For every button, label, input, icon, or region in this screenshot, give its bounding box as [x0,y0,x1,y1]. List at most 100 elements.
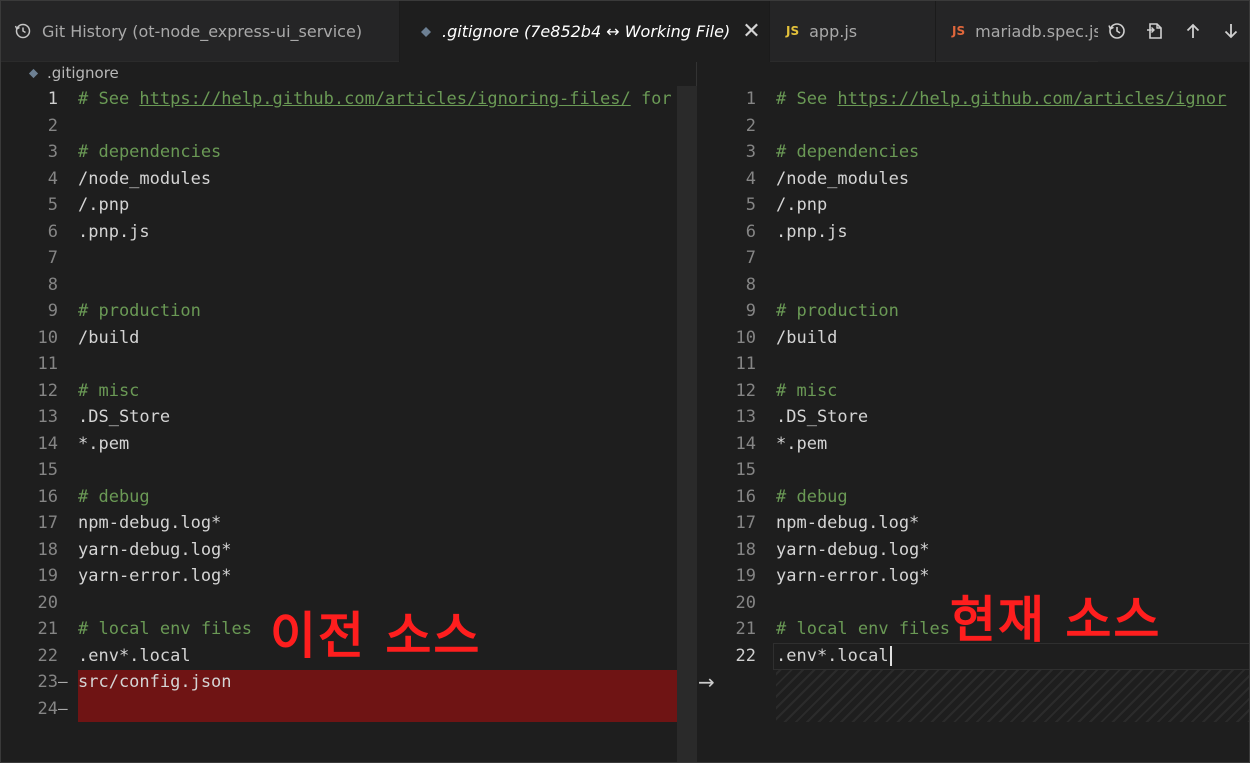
line-number: 24 [37,698,58,719]
code-text: /.pnp [78,192,698,219]
line-number: 5 [47,195,58,215]
open-file-icon[interactable] [1141,17,1169,45]
editor-actions [1098,0,1250,62]
code-comment: # production [776,301,899,321]
line-number: 1 [47,89,58,109]
code-line[interactable]: 12 # misc [697,378,1250,405]
code-comment: # See [776,89,838,109]
code-line[interactable]: 23— src/config.json [0,669,697,696]
line-number: 14 [735,433,756,454]
code-line[interactable]: 2 [0,113,697,140]
code-line[interactable]: 1 # See https://help.github.com/articles/… [697,86,1250,113]
code-line[interactable]: 7 [697,245,1250,272]
code-comment: # debug [776,486,848,507]
code-line[interactable]: 7 [0,245,697,272]
code-line[interactable]: 18 yarn-debug.log* [0,537,697,564]
code-text: # dependencies [78,139,698,166]
line-number: 20 [735,592,756,613]
code-token: *.pem [776,433,828,454]
code-comment: # misc [776,380,838,401]
line-number: 11 [735,354,756,374]
code-line[interactable]: 3 # dependencies [0,139,697,166]
tab-mariadb-spec-js[interactable]: JS mariadb.spec.js [936,0,1098,62]
code-line[interactable]: 4/node_modules [697,166,1250,193]
code-line[interactable]: 9 # production [0,298,697,325]
scrollbar[interactable] [677,86,697,763]
line-number: 4 [47,168,58,189]
code-token: yarn-error.log* [78,566,232,586]
code-line[interactable]: 10/build [0,325,697,352]
code-line[interactable]: 16 # debug [697,484,1250,511]
line-number: 20 [37,592,58,613]
code-line[interactable]: 5 /.pnp [697,192,1250,219]
line-number: 12 [735,380,756,401]
code-token: npm-debug.log* [78,513,222,533]
code-text: .DS_Store [776,404,1250,431]
code-line[interactable]: 15 [697,457,1250,484]
code-link[interactable]: https://help.github.com/articles/ignor [837,89,1226,109]
line-number: 15 [37,460,58,480]
code-text: .DS_Store [78,404,698,431]
code-line[interactable]: 6 .pnp.js [0,219,697,246]
removed-line-marker: — [58,672,68,691]
previous-change-arrow-up-icon[interactable] [1179,17,1207,45]
line-number: 19 [37,566,58,586]
open-timeline-history-icon[interactable] [1103,17,1131,45]
code-line[interactable]: 14 *.pem [697,431,1250,458]
line-number: 6 [47,221,58,242]
code-line[interactable]: 8 [697,272,1250,299]
tab-app-js[interactable]: JS app.js [770,0,936,62]
code-line[interactable]: 17 npm-debug.log* [697,510,1250,537]
breadcrumb-file: .gitignore [47,64,119,82]
code-text: yarn-debug.log* [776,537,1250,564]
line-number: 8 [47,274,58,295]
line-number: 10 [37,327,58,348]
tab-label: app.js [809,21,858,41]
code-line[interactable]: 17 npm-debug.log* [0,510,697,537]
code-line[interactable]: 24— [0,696,697,723]
line-number: 10 [735,327,756,348]
code-link[interactable]: https://help.github.com/articles/ignorin… [139,89,630,109]
line-number: 1 [745,89,756,109]
close-icon[interactable]: ✕ [742,20,760,43]
code-line[interactable]: 14 *.pem [0,431,697,458]
code-line[interactable]: 2 [697,113,1250,140]
code-line[interactable]: 9 # production [697,298,1250,325]
code-token: .pnp.js [78,221,150,242]
code-line[interactable]: 8 [0,272,697,299]
code-line[interactable]: 1 # See https://help.github.com/articles/… [0,86,697,113]
code-text: # production [78,298,698,325]
code-line[interactable]: 6 .pnp.js [697,219,1250,246]
line-number: 17 [37,513,58,533]
code-line[interactable]: 12 # misc [0,378,697,405]
code-line[interactable]: 4/node_modules [0,166,697,193]
code-token: yarn-debug.log* [78,539,232,560]
code-text: # See https://help.github.com/articles/i… [78,86,698,113]
code-line[interactable]: 16 # debug [0,484,697,511]
code-line[interactable]: 5 /.pnp [0,192,697,219]
next-change-arrow-down-icon[interactable] [1217,17,1245,45]
line-number: 19 [735,566,756,586]
tab-git-history[interactable]: Git History (ot-node_express-ui_service) [0,0,400,62]
code-line[interactable]: 19 yarn-error.log* [0,563,697,590]
editor-tab-bar: Git History (ot-node_express-ui_service)… [0,0,1250,62]
tab-gitignore-diff[interactable]: .gitignore (7e852b4 ↔ Working File) ✕ [400,0,770,62]
code-comment: # misc [78,380,140,401]
line-number: 18 [735,539,756,560]
line-number: 3 [47,142,58,162]
code-line[interactable]: 11 [0,351,697,378]
code-line[interactable]: 11 [697,351,1250,378]
breadcrumb[interactable]: .gitignore [28,62,119,84]
modified-editor[interactable]: 1 # See https://help.github.com/articles/… [697,86,1250,763]
line-number: 9 [745,301,756,321]
code-line[interactable]: 10/build [697,325,1250,352]
code-line[interactable]: 3 # dependencies [697,139,1250,166]
code-line[interactable]: 15 [0,457,697,484]
line-number: 2 [47,115,58,136]
line-number: 6 [745,221,756,242]
code-line[interactable]: 13 .DS_Store [697,404,1250,431]
code-line[interactable]: 18 yarn-debug.log* [697,537,1250,564]
code-line[interactable]: 13 .DS_Store [0,404,697,431]
code-token: src/config.json [78,672,232,692]
code-comment: # local env files [776,619,950,639]
